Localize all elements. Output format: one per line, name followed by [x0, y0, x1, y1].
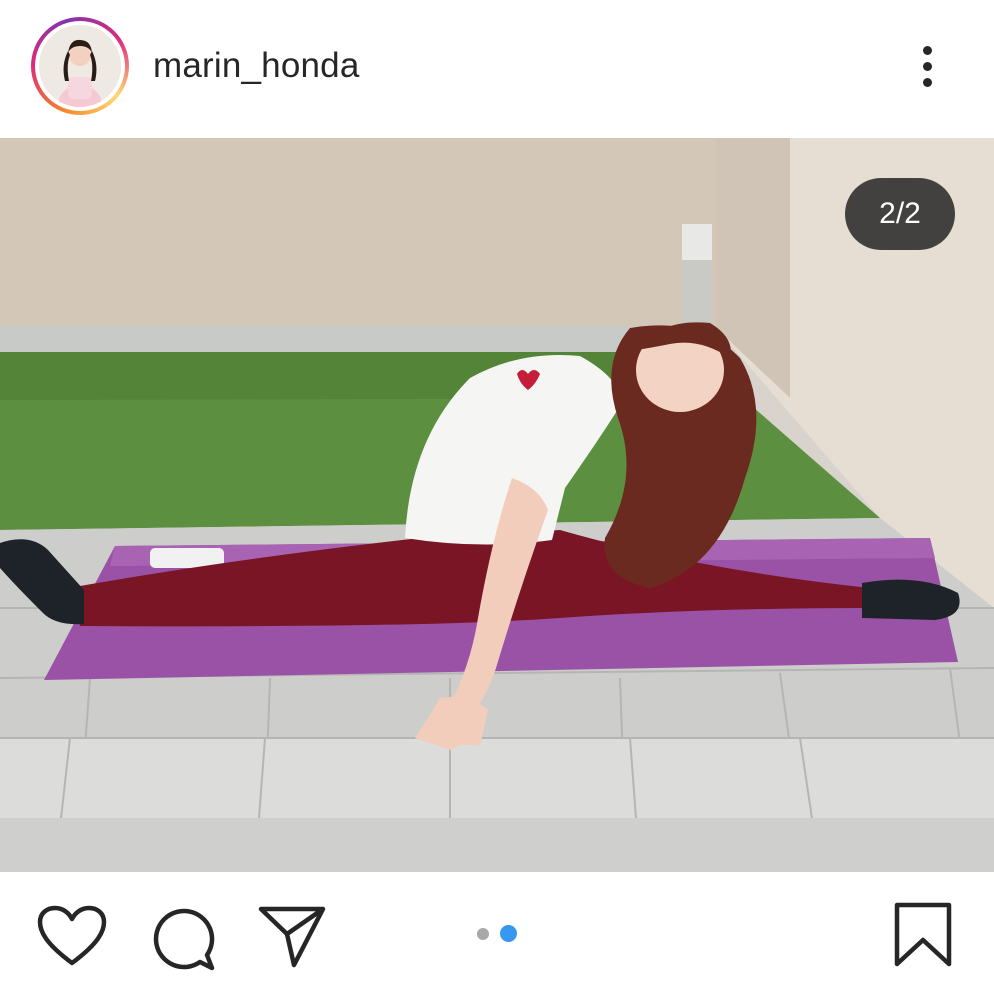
- carousel-dot-2-active: [500, 925, 517, 942]
- carousel-dot-1: [477, 928, 489, 940]
- username[interactable]: marin_honda: [153, 46, 360, 86]
- action-bar: [0, 872, 994, 1000]
- bookmark-icon[interactable]: [893, 902, 953, 968]
- post-header: marin_honda: [0, 0, 994, 138]
- carousel-indicator: [477, 925, 521, 942]
- media-counter-badge: 2/2: [845, 178, 955, 250]
- photo-image: [0, 138, 994, 872]
- avatar[interactable]: [39, 25, 121, 107]
- avatar-image: [39, 25, 121, 107]
- avatar-frame: [35, 21, 125, 111]
- paper-plane-icon[interactable]: [258, 905, 326, 969]
- heart-icon[interactable]: [37, 905, 107, 967]
- story-ring[interactable]: [31, 17, 129, 115]
- comment-bubble-icon[interactable]: [150, 905, 216, 971]
- more-options-icon[interactable]: [912, 42, 944, 92]
- post-photo[interactable]: 2/2: [0, 138, 994, 872]
